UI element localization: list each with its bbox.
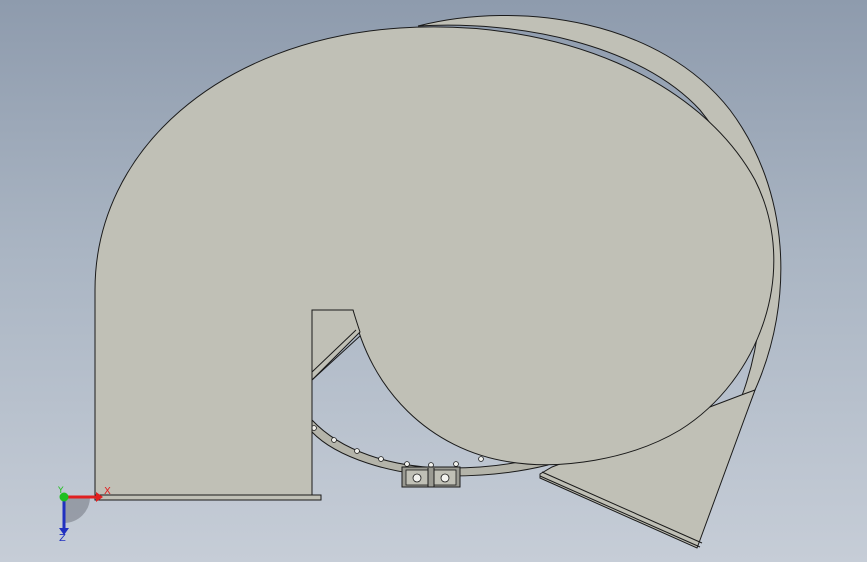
fan-housing-model[interactable] <box>0 0 867 562</box>
bolt-hole <box>331 437 337 443</box>
motor-mount-bracket[interactable] <box>401 466 461 488</box>
y-axis-label: Y <box>58 486 64 496</box>
triad-shadow <box>64 497 90 523</box>
volute-housing-main[interactable] <box>94 26 775 496</box>
z-axis-label: Z <box>59 533 66 544</box>
bolt-hole <box>404 461 410 467</box>
bolt-hole <box>453 461 459 467</box>
x-axis-label: X <box>104 486 111 497</box>
base-foot-plate[interactable] <box>94 494 322 501</box>
coordinate-triad <box>59 492 103 535</box>
bolt-hole <box>354 448 360 454</box>
bolt-hole <box>478 456 484 462</box>
cutoff-panel[interactable] <box>311 309 361 382</box>
bolt-hole <box>378 456 384 462</box>
cad-graphics-viewport[interactable]: X Y Z <box>0 0 867 562</box>
